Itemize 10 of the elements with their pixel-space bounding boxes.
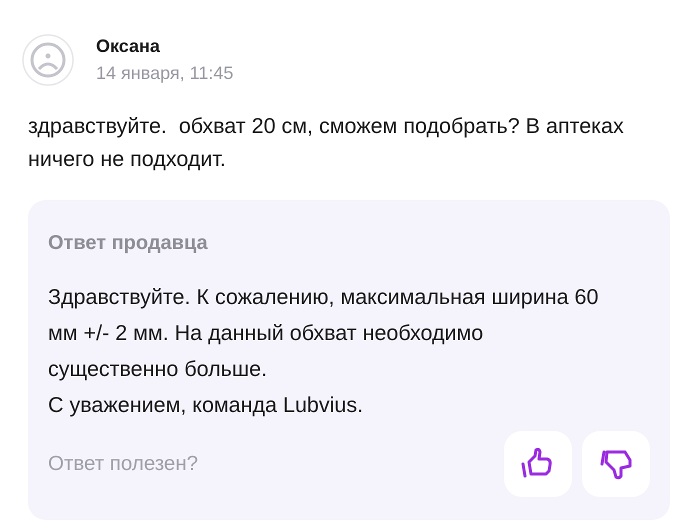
author-name: Оксана xyxy=(96,36,161,57)
avatar-icon xyxy=(22,34,74,86)
review-date: 14 января, 11:45 xyxy=(96,63,234,84)
dislike-button[interactable] xyxy=(582,431,650,497)
answer-title: Ответ продавца xyxy=(48,232,209,255)
review-text: здравствуйте. обхват 20 см, сможем подобрать? В аптеках ничего не подходит. xyxy=(28,113,625,173)
like-button[interactable] xyxy=(504,431,572,497)
answer-text: С уважением, команда Lubvius. xyxy=(48,392,364,419)
helpful-question: Ответ полезен? xyxy=(48,452,200,476)
answer-text: Здравствуйте. К сожалению, максимальная ширина 60 мм +/- 2 мм. На данный обхват необходимо существенно больше. xyxy=(48,284,600,383)
